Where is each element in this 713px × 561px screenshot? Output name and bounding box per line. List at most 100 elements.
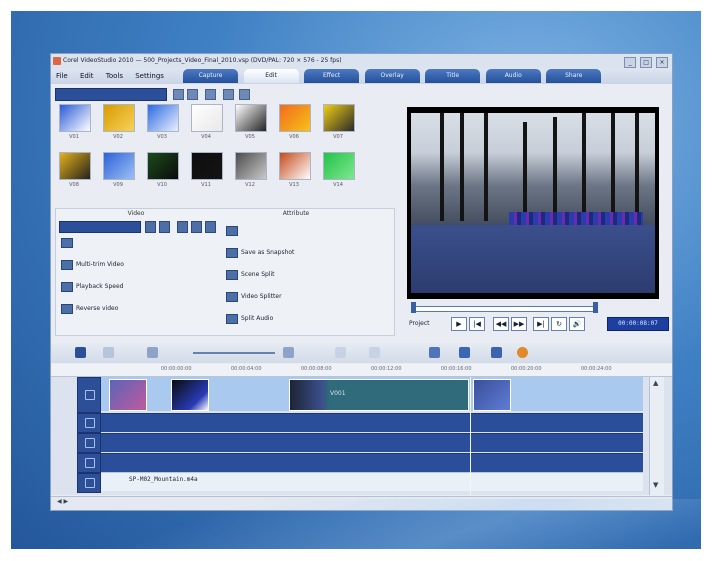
option-playback-speed[interactable]: Playback Speed — [61, 281, 124, 293]
video-clip[interactable] — [109, 379, 147, 411]
option-video-splitter[interactable]: Video Splitter — [226, 291, 282, 303]
title-track[interactable] — [101, 433, 643, 452]
video-track[interactable]: V001 — [101, 377, 643, 411]
tab-overlay[interactable]: Overlay — [364, 69, 420, 83]
tab-effect[interactable]: Effect — [304, 69, 360, 83]
auto-music-icon[interactable] — [491, 347, 502, 358]
option-reverse-video[interactable]: Reverse video — [61, 303, 118, 315]
library-thumbnail[interactable] — [323, 152, 355, 180]
close-button[interactable]: × — [656, 57, 668, 68]
library-thumbnail[interactable] — [147, 152, 179, 180]
music-track-header[interactable] — [77, 473, 101, 493]
play-mode-label[interactable]: Project — [409, 318, 430, 329]
library-thumbnail[interactable] — [235, 152, 267, 180]
trim-end-handle[interactable] — [593, 302, 598, 313]
title-track-header[interactable] — [77, 433, 101, 453]
minimize-button[interactable]: _ — [624, 57, 637, 68]
menu-tools[interactable]: Tools — [101, 68, 128, 84]
zoom-slider[interactable] — [193, 352, 275, 354]
maximize-button[interactable]: □ — [640, 57, 653, 68]
library-thumbnail[interactable] — [191, 104, 223, 132]
duration-field[interactable] — [59, 221, 141, 233]
option-save-snapshot[interactable]: Save as Snapshot — [226, 247, 294, 259]
end-icon[interactable]: ▶| — [533, 317, 549, 331]
music-track[interactable]: SP-M02_Mountain.m4a — [101, 472, 643, 491]
audio-mix-icon[interactable] — [459, 347, 470, 358]
storyboard-view-icon[interactable] — [75, 347, 86, 358]
library-thumbnail[interactable] — [279, 152, 311, 180]
menu-edit[interactable]: Edit — [75, 68, 99, 84]
volume-icon[interactable] — [145, 221, 156, 233]
zoom-out-icon[interactable] — [147, 347, 158, 358]
library-thumbnail[interactable] — [103, 152, 135, 180]
video-clip[interactable] — [473, 379, 511, 411]
home-icon[interactable]: |◀ — [469, 317, 485, 331]
view-options-icon[interactable] — [205, 89, 216, 100]
hscroll-arrows[interactable]: ◀ ▶ — [57, 498, 68, 505]
next-frame-icon[interactable]: ▶▶ — [511, 317, 527, 331]
overlay-track-header[interactable] — [77, 413, 101, 433]
mute-icon[interactable] — [159, 221, 170, 233]
tab-capture[interactable]: Capture — [183, 69, 238, 83]
thumbnail-caption: V03 — [157, 134, 167, 140]
library-thumbnail[interactable] — [279, 104, 311, 132]
menu-file[interactable]: File — [51, 68, 73, 84]
voice-track-header[interactable] — [77, 453, 101, 473]
record-icon[interactable] — [429, 347, 440, 358]
horizontal-scrollbar[interactable]: ◀ ▶ — [51, 496, 672, 510]
library-thumbnail[interactable] — [59, 152, 91, 180]
playhead[interactable] — [470, 377, 471, 495]
scrub-track[interactable] — [415, 306, 597, 312]
scroll-up-icon[interactable]: ▲ — [653, 379, 658, 387]
ruler-tick: 00:00:16:00 — [441, 366, 472, 372]
checkbox-icon — [61, 303, 73, 314]
option-multi-trim[interactable]: Multi-trim Video — [61, 259, 124, 271]
library-thumbnail[interactable] — [191, 152, 223, 180]
tree-shape — [484, 113, 489, 221]
library-category-dropdown[interactable] — [55, 88, 167, 101]
rotate-icon[interactable] — [205, 221, 216, 233]
timecode-display[interactable]: 00:00:08:07 — [607, 317, 669, 331]
options-panel: Video Attribute Multi-trim Video Playbac… — [55, 208, 395, 336]
library-thumbnail[interactable] — [147, 104, 179, 132]
trim-start-handle[interactable] — [411, 302, 416, 313]
tab-share[interactable]: Share — [546, 69, 602, 83]
video-track-header[interactable] — [77, 377, 101, 413]
fade-in-icon[interactable] — [177, 221, 188, 233]
track-manager-icon[interactable] — [369, 347, 380, 358]
play-icon[interactable]: ▶ — [451, 317, 467, 331]
undo-icon[interactable] — [103, 347, 114, 358]
zoom-in-icon[interactable] — [283, 347, 294, 358]
timeline-ruler[interactable]: 00:00:00:00 00:00:04:00 00:00:08:00 00:0… — [51, 364, 672, 377]
chapter-point-icon[interactable] — [517, 347, 528, 358]
voice-track[interactable] — [101, 453, 643, 472]
option-right-0[interactable] — [226, 225, 241, 237]
library-thumbnail[interactable] — [103, 104, 135, 132]
library-thumbnail[interactable] — [59, 104, 91, 132]
tab-title[interactable]: Title — [425, 69, 481, 83]
refresh-icon[interactable] — [239, 89, 250, 100]
import-media-icon[interactable] — [173, 89, 184, 100]
preview-window[interactable] — [407, 107, 659, 299]
vertical-scrollbar[interactable]: ▲ ▼ — [649, 377, 664, 495]
video-clip[interactable] — [171, 379, 209, 411]
option-split-audio[interactable]: Split Audio — [226, 313, 273, 325]
option-scene-split[interactable]: Scene Split — [226, 269, 275, 281]
fade-out-icon[interactable] — [191, 221, 202, 233]
overlay-track[interactable] — [101, 413, 643, 432]
tab-audio[interactable]: Audio — [485, 69, 541, 83]
option-split-audio-left[interactable] — [61, 237, 76, 249]
video-clip[interactable]: V001 — [289, 379, 469, 411]
library-thumbnail[interactable] — [323, 104, 355, 132]
repeat-icon[interactable]: ↻ — [551, 317, 567, 331]
tab-edit[interactable]: Edit — [243, 69, 299, 83]
previous-frame-icon[interactable]: ◀◀ — [493, 317, 509, 331]
menu-settings[interactable]: Settings — [130, 68, 169, 84]
folder-icon[interactable] — [187, 89, 198, 100]
library-thumbnail[interactable] — [235, 104, 267, 132]
preview-scrubber[interactable] — [407, 302, 659, 314]
volume-icon[interactable]: 🔊 — [569, 317, 585, 331]
scroll-down-icon[interactable]: ▼ — [653, 481, 658, 489]
sort-icon[interactable] — [223, 89, 234, 100]
fit-project-icon[interactable] — [335, 347, 346, 358]
